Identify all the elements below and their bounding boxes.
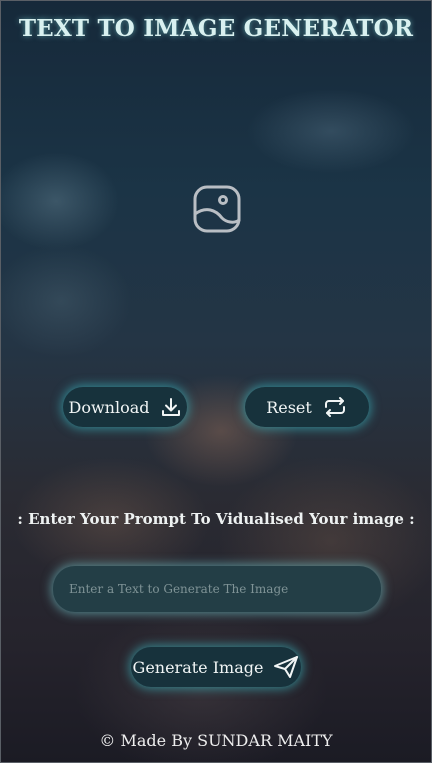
generate-image-button[interactable]: Generate Image — [131, 647, 301, 687]
reset-button-label: Reset — [266, 397, 312, 417]
send-icon — [273, 655, 299, 679]
prompt-input[interactable] — [53, 566, 381, 612]
repeat-icon — [322, 396, 348, 418]
prompt-label: : Enter Your Prompt To Vidualised Your i… — [17, 510, 415, 528]
download-button-label: Download — [68, 397, 150, 417]
app-screen: TEXT TO IMAGE GENERATOR Download Reset:… — [0, 0, 432, 763]
image-icon — [192, 184, 242, 234]
download-button[interactable]: Download — [63, 387, 187, 427]
reset-button[interactable]: Reset — [245, 387, 369, 427]
download-icon — [160, 396, 182, 418]
page-title: TEXT TO IMAGE GENERATOR — [18, 15, 414, 42]
generate-button-label: Generate Image — [132, 657, 264, 677]
footer-credit: © Made By SUNDAR MAITY — [99, 731, 333, 750]
